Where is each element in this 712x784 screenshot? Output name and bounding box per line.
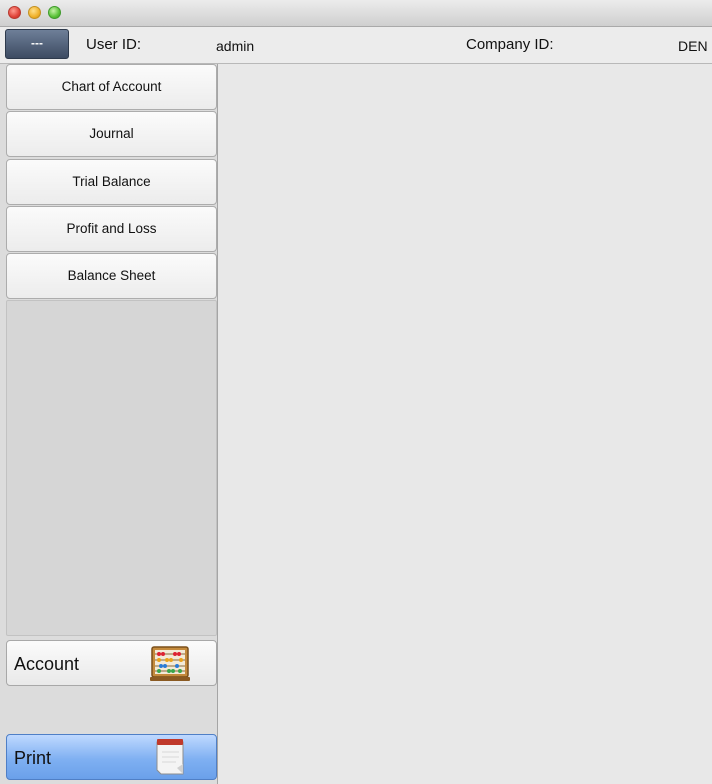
main-content-area (219, 64, 712, 784)
profit-and-loss-button[interactable]: Profit and Loss (6, 206, 217, 252)
trial-balance-button[interactable]: Trial Balance (6, 159, 217, 205)
chart-of-account-button[interactable]: Chart of Account (6, 64, 217, 110)
abacus-icon (150, 646, 190, 681)
user-id-label: User ID: (86, 36, 142, 53)
user-id-value: admin (216, 38, 255, 54)
company-id-value: DEN (678, 38, 708, 54)
notepad-icon (156, 739, 184, 775)
account-button[interactable]: Account (6, 640, 217, 686)
account-button-label: Account (14, 654, 80, 674)
minimize-window-icon[interactable] (28, 6, 41, 19)
menu-button[interactable]: --- (5, 29, 69, 59)
user-info-bar: --- User ID: admin Company ID: DEN (0, 27, 712, 64)
print-button-label: Print (14, 748, 52, 768)
zoom-window-icon[interactable] (48, 6, 61, 19)
title-bar (0, 0, 712, 27)
journal-button[interactable]: Journal (6, 111, 217, 157)
sidebar-empty-panel (6, 300, 217, 636)
balance-sheet-button[interactable]: Balance Sheet (6, 253, 217, 299)
company-id-label: Company ID: (466, 36, 554, 53)
sidebar: Chart of Account Journal Trial Balance P… (0, 64, 218, 784)
close-window-icon[interactable] (8, 6, 21, 19)
print-button[interactable]: Print (6, 734, 217, 780)
